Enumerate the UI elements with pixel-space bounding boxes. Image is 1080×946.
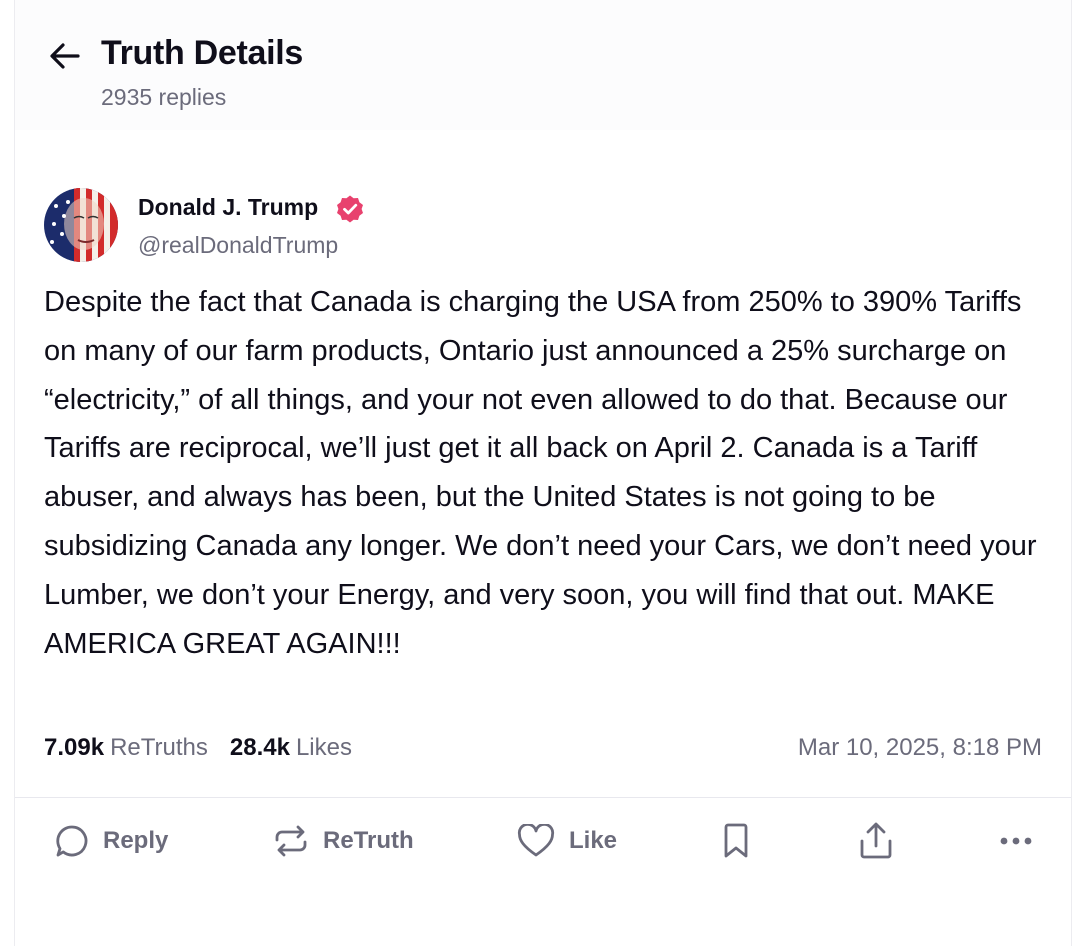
- reply-label: Reply: [103, 827, 169, 854]
- retruths-label: ReTruths: [110, 734, 208, 761]
- share-button[interactable]: [859, 818, 893, 864]
- retruth-label: ReTruth: [323, 827, 414, 854]
- more-options-button[interactable]: [999, 818, 1033, 864]
- header: Truth Details 2935 replies: [15, 0, 1071, 130]
- reply-button[interactable]: Reply: [55, 818, 168, 864]
- divider: [15, 797, 1071, 798]
- retruths-count: 7.09k: [44, 734, 105, 761]
- author-handle[interactable]: @realDonaldTrump: [138, 232, 338, 259]
- likes-label: Likes: [295, 734, 352, 761]
- bookmark-icon: [724, 823, 748, 858]
- reply-count: 2935 replies: [101, 84, 227, 110]
- share-icon: [860, 822, 892, 859]
- post-stats: 7.09k ReTruths 28.4k Likes: [44, 734, 352, 762]
- avatar[interactable]: [44, 188, 118, 262]
- post-detail-panel: Truth Details 2935 replies Donald J. Tru…: [14, 0, 1072, 946]
- author-name[interactable]: Donald J. Trump: [138, 194, 318, 221]
- back-button[interactable]: [45, 38, 85, 74]
- retruths-stat[interactable]: 7.09k ReTruths: [44, 734, 208, 762]
- reply-icon: [56, 825, 88, 857]
- like-button[interactable]: Like: [517, 818, 617, 864]
- post-timestamp: Mar 10, 2025, 8:18 PM: [797, 734, 1042, 761]
- like-label: Like: [569, 827, 618, 854]
- likes-count: 28.4k: [229, 734, 290, 761]
- more-icon: [1000, 837, 1032, 845]
- post-text: Despite the fact that Canada is charging…: [44, 286, 1037, 660]
- arrow-left-icon: [50, 43, 80, 69]
- like-icon: [517, 824, 555, 857]
- bookmark-button[interactable]: [721, 818, 751, 864]
- avatar-image: [44, 188, 118, 262]
- verified-badge-icon: [337, 195, 363, 223]
- likes-stat[interactable]: 28.4k Likes: [230, 734, 352, 762]
- retruth-button[interactable]: ReTruth: [273, 818, 414, 864]
- page-title: Truth Details: [101, 34, 304, 72]
- retruth-icon: [275, 825, 307, 857]
